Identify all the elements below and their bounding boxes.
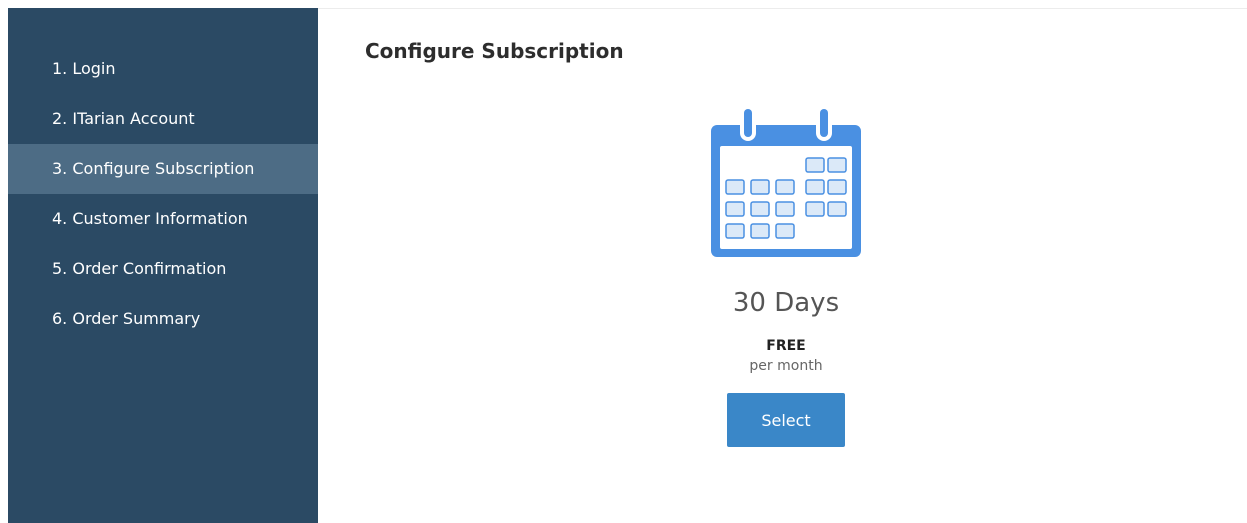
wizard-sidebar: 1. Login 2. ITarian Account 3. Configure…	[8, 8, 318, 523]
wizard-step-configure-subscription[interactable]: 3. Configure Subscription	[8, 144, 318, 194]
plan-price: FREE	[766, 338, 806, 354]
plan-billing-period: per month	[749, 358, 823, 374]
calendar-icon	[711, 105, 861, 257]
wizard-step-customer-information[interactable]: 4. Customer Information	[8, 194, 318, 244]
wizard-step-order-summary[interactable]: 6. Order Summary	[8, 294, 318, 344]
subscription-plan-card: 30 Days FREE per month Select	[711, 105, 861, 447]
page-title: Configure Subscription	[365, 39, 624, 63]
select-plan-button[interactable]: Select	[727, 393, 845, 447]
wizard-step-order-confirmation[interactable]: 5. Order Confirmation	[8, 244, 318, 294]
wizard-step-login[interactable]: 1. Login	[8, 44, 318, 94]
plan-duration: 30 Days	[732, 288, 840, 318]
wizard-step-itarian-account[interactable]: 2. ITarian Account	[8, 94, 318, 144]
main-content: Configure Subscription 30 Days FREE per …	[318, 9, 1247, 523]
page: 1. Login 2. ITarian Account 3. Configure…	[0, 0, 1247, 523]
wizard-steps: 1. Login 2. ITarian Account 3. Configure…	[8, 44, 318, 344]
